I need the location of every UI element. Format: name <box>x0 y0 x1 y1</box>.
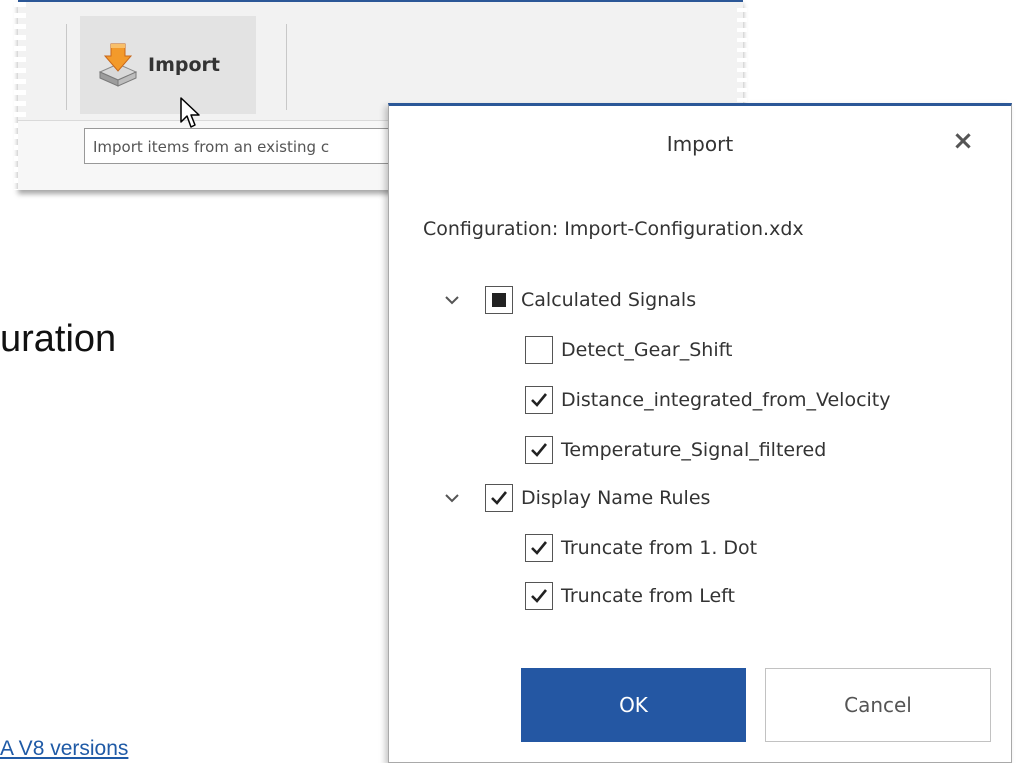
tree-label: Truncate from 1. Dot <box>561 537 758 559</box>
import-tooltip: Import items from an existing c <box>84 128 400 164</box>
checkbox-display-name-rules[interactable] <box>485 484 513 512</box>
checkbox-calculated-signals[interactable] <box>485 286 513 314</box>
checkbox-distance-integrated[interactable] <box>525 386 553 414</box>
tree-group-calculated-signals[interactable]: Calculated Signals <box>439 279 696 321</box>
checkmark-icon <box>531 541 548 555</box>
configuration-label: Configuration: Import-Configuration.xdx <box>423 218 804 240</box>
tree-label: Distance_integrated_from_Velocity <box>561 389 891 411</box>
checkbox-detect-gear-shift[interactable] <box>525 336 553 364</box>
close-icon[interactable]: × <box>951 128 975 154</box>
dialog-title: Import <box>666 132 734 156</box>
slide-link-fragment[interactable]: A V8 versions <box>0 738 128 759</box>
import-button-label: Import <box>148 54 220 76</box>
checkmark-icon <box>531 589 548 603</box>
checkmark-icon <box>491 491 508 505</box>
tree-item-truncate-dot[interactable]: Truncate from 1. Dot <box>525 527 757 569</box>
slide-text-fragment: uration <box>0 318 117 360</box>
import-arrow-tray-icon <box>96 42 140 88</box>
tree-label: Temperature_Signal_filtered <box>561 439 827 461</box>
tree-label: Display Name Rules <box>521 487 711 509</box>
tree-item-truncate-left[interactable]: Truncate from Left <box>525 575 735 617</box>
import-dialog: Import × Configuration: Import-Configura… <box>388 103 1012 763</box>
tree-label: Calculated Signals <box>521 289 697 311</box>
ribbon-separator <box>66 24 67 110</box>
tree-item-detect-gear-shift[interactable]: Detect_Gear_Shift <box>525 329 732 371</box>
tree-label: Truncate from Left <box>561 585 735 607</box>
tree-group-display-name-rules[interactable]: Display Name Rules <box>439 477 710 519</box>
checkbox-truncate-dot[interactable] <box>525 534 553 562</box>
chevron-down-icon[interactable] <box>439 493 465 503</box>
mouse-pointer-icon <box>178 96 202 134</box>
checkbox-truncate-left[interactable] <box>525 582 553 610</box>
checkbox-temperature-signal[interactable] <box>525 436 553 464</box>
ribbon-import-button[interactable]: Import <box>80 16 256 114</box>
ribbon-separator <box>286 24 287 110</box>
cancel-button[interactable]: Cancel <box>765 668 991 742</box>
checkmark-icon <box>531 393 548 407</box>
indeterminate-mark <box>492 293 506 307</box>
checkmark-icon <box>531 443 548 457</box>
tree-item-distance-integrated[interactable]: Distance_integrated_from_Velocity <box>525 379 891 421</box>
tree-label: Detect_Gear_Shift <box>561 339 733 361</box>
tree-item-temperature-signal[interactable]: Temperature_Signal_filtered <box>525 429 826 471</box>
chevron-down-icon[interactable] <box>439 295 465 305</box>
ok-button[interactable]: OK <box>521 668 746 742</box>
